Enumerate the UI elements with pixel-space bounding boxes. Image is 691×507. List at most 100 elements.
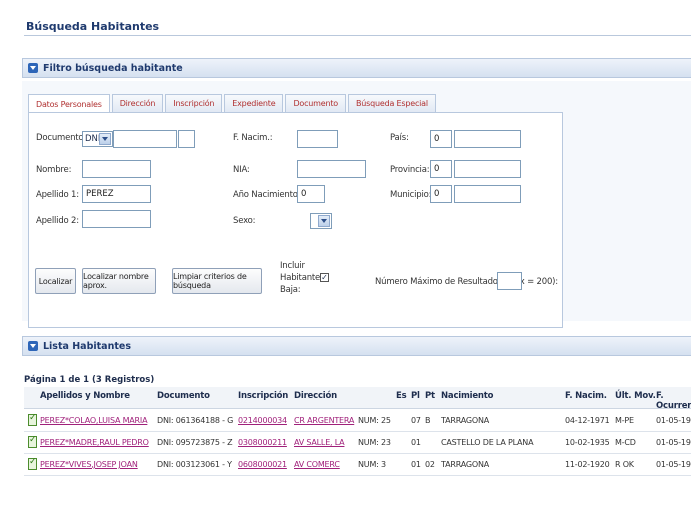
provincia-code-input[interactable]	[430, 160, 452, 178]
num-cell: NUM: 25	[358, 416, 391, 425]
inscripcion-link[interactable]: 0308000211	[238, 438, 287, 447]
pt-cell: B	[425, 416, 431, 425]
ultmov-cell: R OK	[615, 460, 634, 469]
nacimiento-cell: TARRAGONA	[441, 460, 490, 469]
apellido1-label: Apellido 1:	[36, 190, 79, 200]
collapse-icon[interactable]	[28, 63, 38, 73]
list-section-header[interactable]: Lista Habitantes	[22, 336, 691, 356]
fnacim-cell: 11-02-1920	[565, 460, 610, 469]
fnacim-input[interactable]	[297, 130, 338, 148]
tab-datos-personales[interactable]: Datos Personales	[28, 94, 110, 113]
provincia-name-input[interactable]	[454, 160, 521, 178]
nombre-input[interactable]	[82, 160, 151, 178]
localizar-aprox-button[interactable]: Localizar nombre aprox.	[82, 268, 156, 294]
pais-name-input[interactable]	[454, 130, 521, 148]
anio-input[interactable]	[297, 185, 325, 203]
ultmov-cell: M-PE	[615, 416, 634, 425]
col-fnacim[interactable]: F. Nacim.	[565, 391, 607, 401]
sexo-select[interactable]	[310, 213, 332, 229]
pais-label: País:	[390, 133, 409, 143]
documento-type-select[interactable]: DNI	[82, 131, 113, 147]
num-cell: NUM: 23	[358, 438, 391, 447]
page-title: Búsqueda Habitantes	[24, 20, 691, 36]
direccion-link[interactable]: AV SALLE, LA	[294, 438, 345, 447]
direccion-link[interactable]: CR ARGENTERA	[294, 416, 354, 425]
nombre-label: Nombre:	[36, 165, 72, 175]
num-cell: NUM: 3	[358, 460, 386, 469]
apellido1-input[interactable]	[82, 185, 151, 203]
col-nacimiento[interactable]: Nacimiento	[441, 391, 493, 401]
nacimiento-cell: TARRAGONA	[441, 416, 490, 425]
pl-cell: 07	[411, 416, 421, 425]
max-results-label: Número Máximo de Resultados (Máx = 200):	[375, 277, 558, 287]
max-results-input[interactable]	[497, 272, 522, 290]
table-row[interactable]: PEREZ*MADRE,RAUL PEDRO DNI: 095723875 - …	[24, 432, 691, 454]
municipio-name-input[interactable]	[454, 185, 521, 203]
col-direccion[interactable]: Dirección	[294, 391, 337, 401]
fnacim-label: F. Nacim.:	[233, 133, 273, 143]
col-pl[interactable]: Pl	[411, 391, 420, 401]
table-row[interactable]: PEREZ*VIVES,JOSEP JOAN DNI: 003123061 - …	[24, 454, 691, 476]
municipio-label: Municipio:	[390, 190, 432, 200]
documento-label: Documento:	[36, 133, 87, 143]
tab-direccion[interactable]: Dirección	[111, 94, 164, 112]
nombre-link[interactable]: PEREZ*COLAO,LUISA MARIA	[40, 416, 148, 425]
documento-cell: DNI: 061364188 - G	[157, 416, 234, 425]
tab-inscripcion[interactable]: Inscripción	[165, 94, 223, 112]
nombre-link[interactable]: PEREZ*MADRE,RAUL PEDRO	[40, 438, 149, 447]
nia-label: NIA:	[233, 165, 250, 175]
nacimiento-cell: CASTELLO DE LA PLANA	[441, 438, 534, 447]
col-documento[interactable]: Documento	[157, 391, 210, 401]
documento-cell: DNI: 095723875 - Z	[157, 438, 233, 447]
documento-letter-input[interactable]	[178, 130, 195, 148]
limpiar-button[interactable]: Limpiar criterios de búsqueda	[172, 268, 262, 294]
col-ultmov[interactable]: Últ. Mov.	[615, 391, 656, 401]
table-row[interactable]: PEREZ*COLAO,LUISA MARIA DNI: 061364188 -…	[24, 410, 691, 432]
filter-section-header[interactable]: Filtro búsqueda habitante	[22, 58, 691, 78]
pt-cell: 02	[425, 460, 435, 469]
apellido2-label: Apellido 2:	[36, 216, 79, 226]
incluir-label-1: Incluir	[280, 261, 305, 271]
localizar-button[interactable]: Localizar	[35, 268, 76, 294]
documento-input[interactable]	[113, 130, 177, 148]
inscripcion-link[interactable]: 0214000034	[238, 416, 287, 425]
col-focurrencia[interactable]: F. Ocurrencia	[656, 391, 691, 411]
sexo-label: Sexo:	[233, 216, 256, 226]
pl-cell: 01	[411, 460, 421, 469]
incluir-baja-checkbox[interactable]: ✓	[320, 273, 329, 282]
ultmov-cell: M-CD	[615, 438, 636, 447]
nia-input[interactable]	[297, 160, 366, 178]
col-pt[interactable]: Pt	[425, 391, 435, 401]
apellido2-input[interactable]	[82, 210, 151, 228]
nombre-link[interactable]: PEREZ*VIVES,JOSEP JOAN	[40, 460, 138, 469]
col-es[interactable]: Es	[396, 391, 407, 401]
fnacim-cell: 04-12-1971	[565, 416, 610, 425]
provincia-label: Provincia:	[390, 165, 430, 175]
inscripcion-link[interactable]: 0608000021	[238, 460, 287, 469]
municipio-code-input[interactable]	[430, 185, 452, 203]
tab-expediente[interactable]: Expediente	[224, 94, 284, 112]
fnacim-cell: 10-02-1935	[565, 438, 610, 447]
focurrencia-cell: 01-05-1996	[656, 460, 691, 469]
chevron-down-icon	[318, 215, 330, 227]
tab-busqueda-especial[interactable]: Búsqueda Especial	[348, 94, 436, 112]
anio-label: Año Nacimiento:	[233, 190, 301, 200]
tab-documento[interactable]: Documento	[285, 94, 346, 112]
incluir-label-3: Baja:	[280, 285, 301, 295]
col-apellidos[interactable]: Apellidos y Nombre	[40, 391, 130, 401]
pais-code-input[interactable]	[430, 130, 452, 148]
chevron-down-icon	[99, 133, 111, 145]
focurrencia-cell: 01-05-1996	[656, 438, 691, 447]
documento-cell: DNI: 003123061 - Y	[157, 460, 232, 469]
select-record-icon[interactable]	[28, 457, 37, 470]
pl-cell: 01	[411, 438, 421, 447]
direccion-link[interactable]: AV COMERC	[294, 460, 340, 469]
tab-bar: Datos Personales Dirección Inscripción E…	[28, 94, 438, 113]
incluir-label-2: Habitantes	[280, 273, 325, 283]
select-record-icon[interactable]	[28, 435, 37, 448]
col-inscripcion[interactable]: Inscripción	[238, 391, 288, 401]
collapse-icon[interactable]	[28, 341, 38, 351]
pagination-text: Página 1 de 1 (3 Registros)	[24, 375, 155, 385]
list-section-title: Lista Habitantes	[43, 340, 131, 352]
select-record-icon[interactable]	[28, 413, 37, 426]
